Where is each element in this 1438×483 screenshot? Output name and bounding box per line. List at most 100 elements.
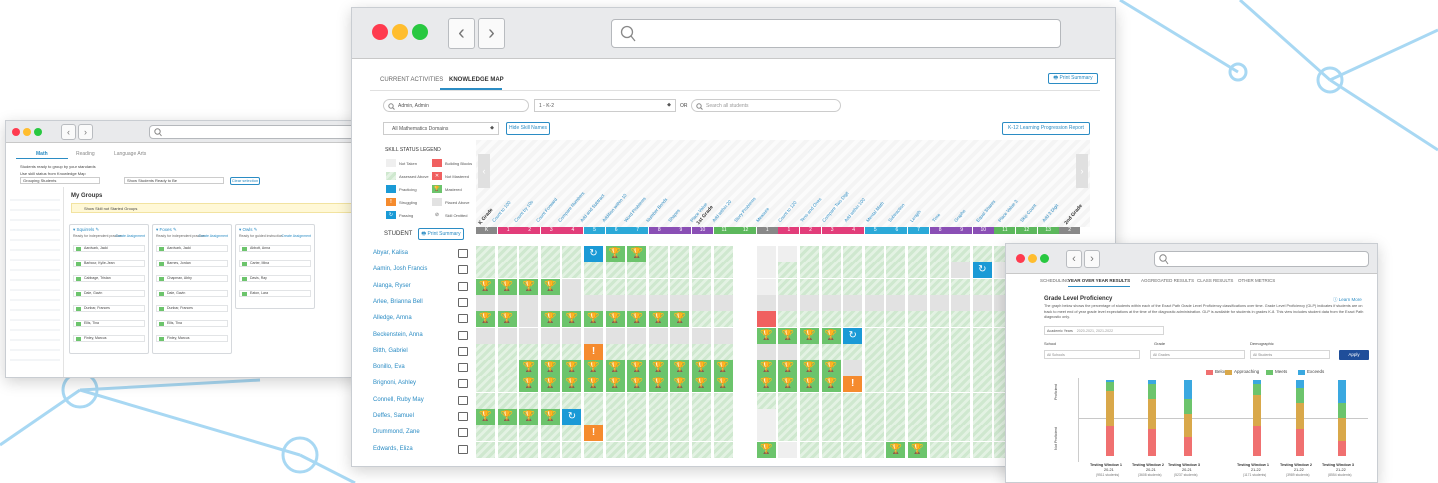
- skill-cell[interactable]: [519, 343, 539, 360]
- group-student-row[interactable]: Ellis, Tina: [73, 320, 145, 327]
- skill-cell[interactable]: [929, 343, 949, 360]
- skill-cell[interactable]: [756, 409, 776, 425]
- skill-number[interactable]: 10: [972, 227, 994, 234]
- skill-cell[interactable]: 🏆: [756, 327, 776, 344]
- skill-cell[interactable]: [670, 294, 690, 311]
- skill-cell[interactable]: [627, 409, 647, 425]
- tab-report[interactable]: SCHEDULING: [1040, 278, 1070, 283]
- skill-cell[interactable]: 🏆: [778, 327, 798, 344]
- skill-cell[interactable]: [951, 311, 971, 328]
- skill-cell[interactable]: [540, 392, 560, 409]
- skill-cell[interactable]: [562, 343, 582, 360]
- group-student-row[interactable]: Dunbar, Frances: [73, 305, 145, 312]
- skill-cell[interactable]: [929, 278, 949, 295]
- proficiency-bar-segment[interactable]: [1106, 425, 1114, 456]
- skill-cell[interactable]: 🏆: [821, 376, 841, 393]
- skill-number[interactable]: 12: [735, 227, 757, 234]
- tab-report[interactable]: AGGREGATED RESULTS: [1141, 278, 1194, 283]
- skill-number[interactable]: 4: [843, 227, 865, 234]
- skill-cell[interactable]: [519, 294, 539, 311]
- student-search-input[interactable]: Search all students: [691, 99, 841, 112]
- skill-cell[interactable]: [627, 327, 647, 344]
- proficiency-bar-segment[interactable]: [1338, 418, 1346, 441]
- student-name-link[interactable]: Brignoni, Ashley: [373, 380, 416, 386]
- skill-number[interactable]: 4: [562, 227, 584, 234]
- skill-cell[interactable]: [519, 311, 539, 328]
- skill-number[interactable]: 2: [1059, 227, 1081, 234]
- group-student-row[interactable]: Finley, Marcus: [156, 335, 228, 342]
- skill-cell[interactable]: [670, 327, 690, 344]
- skill-cell[interactable]: [648, 441, 668, 458]
- skill-cell[interactable]: [843, 246, 863, 262]
- skill-cell[interactable]: 🏆: [562, 376, 582, 393]
- group-student-row[interactable]: Cabbage, Tristan: [73, 275, 145, 282]
- skill-number[interactable]: 11: [713, 227, 735, 234]
- skill-cell[interactable]: [713, 278, 733, 295]
- skill-cell[interactable]: [497, 376, 517, 393]
- skill-cell[interactable]: 🏆: [821, 327, 841, 344]
- skill-cell[interactable]: [821, 343, 841, 360]
- skill-number[interactable]: 3: [540, 227, 562, 234]
- skill-cell[interactable]: [908, 294, 927, 311]
- skill-cell[interactable]: 🏆: [476, 311, 495, 328]
- skill-cell[interactable]: [713, 262, 733, 279]
- domain-select[interactable]: All Mathematics Domains ◆: [383, 122, 499, 135]
- proficiency-bar-segment[interactable]: [1184, 399, 1192, 415]
- skill-cell[interactable]: [627, 392, 647, 409]
- skill-cell[interactable]: [886, 278, 906, 295]
- skill-cell[interactable]: [756, 311, 776, 328]
- group-student-row[interactable]: Dale, Gavin: [73, 290, 145, 297]
- skill-cell[interactable]: [951, 360, 971, 377]
- skill-cell[interactable]: 🏆: [800, 360, 819, 377]
- skill-cell[interactable]: [692, 278, 711, 295]
- skill-cell[interactable]: 🏆: [692, 376, 711, 393]
- tab-math[interactable]: Math: [36, 151, 48, 157]
- print-summary-button[interactable]: 🖶 Print Summary: [418, 228, 464, 240]
- skill-cell[interactable]: [562, 392, 582, 409]
- skill-cell[interactable]: 🏆: [778, 360, 798, 377]
- hide-skill-names-button[interactable]: Hide Skill Names: [506, 122, 550, 135]
- skill-cell[interactable]: [843, 262, 863, 279]
- skill-cell[interactable]: [972, 425, 992, 442]
- proficiency-bar-segment[interactable]: [1338, 380, 1346, 403]
- forward-button[interactable]: ›: [78, 124, 93, 140]
- skill-cell[interactable]: [756, 246, 776, 262]
- skill-cell[interactable]: [972, 409, 992, 425]
- skill-cell[interactable]: [562, 246, 582, 262]
- scroll-right-button[interactable]: ›: [1076, 154, 1088, 188]
- skill-cell[interactable]: [843, 425, 863, 442]
- skill-number[interactable]: 1: [756, 227, 778, 234]
- skill-cell[interactable]: [972, 311, 992, 328]
- close-dot[interactable]: [372, 24, 388, 40]
- skill-cell[interactable]: [670, 343, 690, 360]
- tab-language-arts[interactable]: Language Arts: [114, 151, 146, 157]
- learning-progression-report-button[interactable]: K-12 Learning Progression Report: [1002, 122, 1090, 135]
- skill-cell[interactable]: [540, 441, 560, 458]
- learning-path-icon[interactable]: [458, 428, 468, 438]
- close-dot[interactable]: [1016, 254, 1025, 263]
- skill-cell[interactable]: [670, 441, 690, 458]
- skill-cell[interactable]: [584, 294, 603, 311]
- tab-report[interactable]: OTHER METRICS: [1238, 278, 1275, 283]
- learning-path-icon[interactable]: [458, 412, 468, 421]
- skill-cell[interactable]: 🏆: [670, 376, 690, 393]
- minimize-dot[interactable]: [1028, 254, 1037, 263]
- skill-number[interactable]: 5: [864, 227, 886, 234]
- skill-cell[interactable]: [497, 262, 517, 279]
- skill-cell[interactable]: [562, 278, 582, 295]
- skill-cell[interactable]: [821, 262, 841, 279]
- skill-cell[interactable]: [476, 376, 495, 393]
- skill-cell[interactable]: [670, 278, 690, 295]
- skill-cell[interactable]: [864, 294, 884, 311]
- skill-cell[interactable]: [886, 343, 906, 360]
- skill-cell[interactable]: [929, 360, 949, 377]
- skill-cell[interactable]: 🏆: [605, 376, 625, 393]
- skill-cell[interactable]: [670, 262, 690, 279]
- group-student-row[interactable]: Barbour, Kylie-Jean: [73, 260, 145, 267]
- proficiency-bar-segment[interactable]: [1296, 387, 1304, 403]
- skill-cell[interactable]: 🏆: [497, 409, 517, 425]
- group-student-row[interactable]: Carter, Mina: [239, 260, 311, 267]
- learn-more-link[interactable]: ⓘ Learn More: [1333, 297, 1362, 303]
- skill-number[interactable]: 11: [994, 227, 1016, 234]
- skill-cell[interactable]: 🏆: [540, 360, 560, 377]
